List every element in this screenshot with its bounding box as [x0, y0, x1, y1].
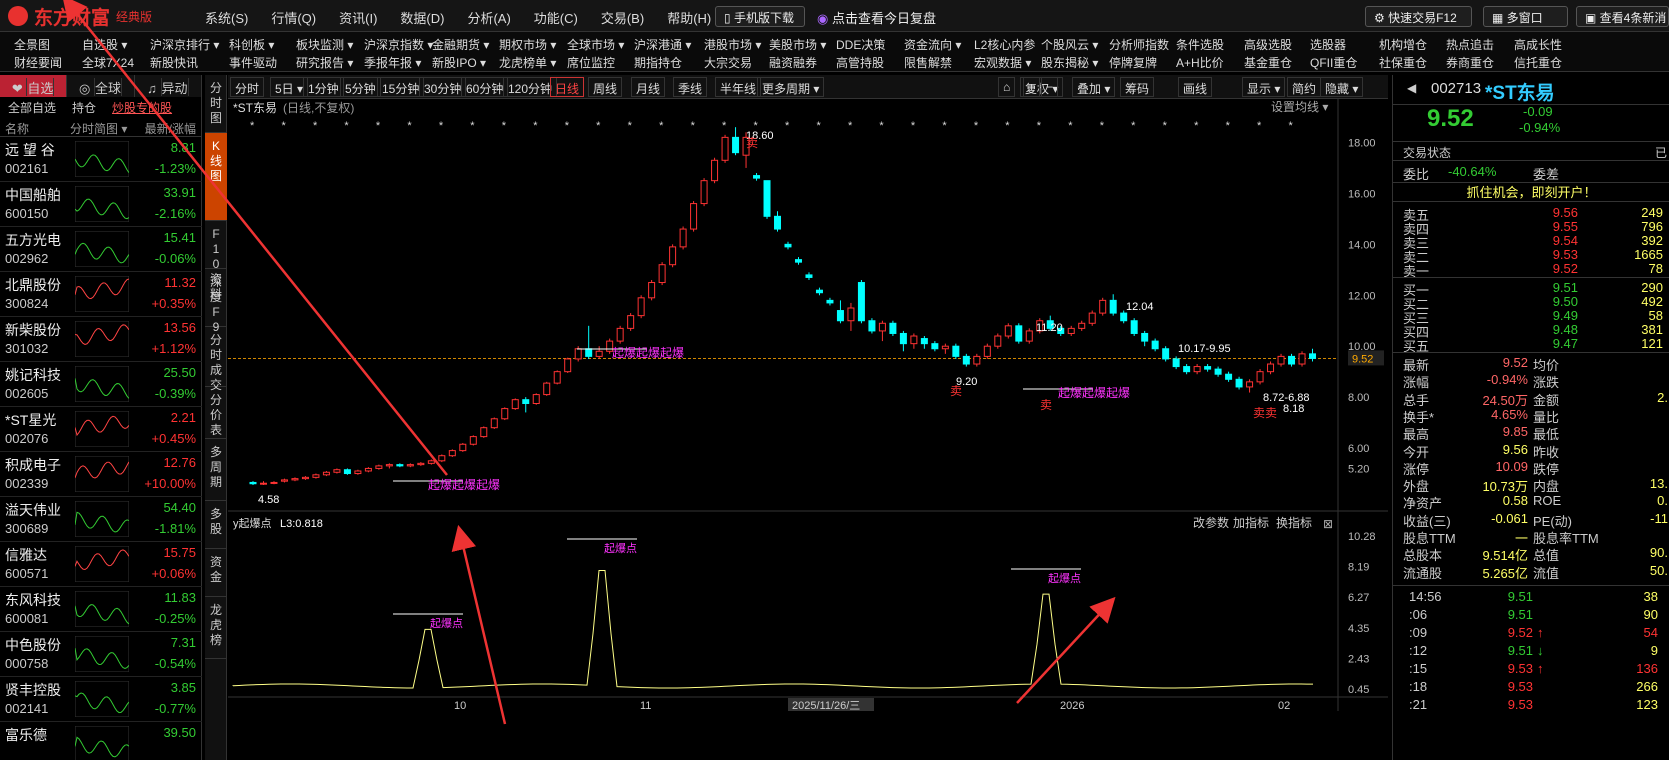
arrow-to-spike: [1016, 596, 1116, 704]
arrow-to-logo: [62, 0, 448, 476]
arrow-to-signal: [451, 524, 507, 725]
annotation-arrows: [62, 0, 1116, 725]
